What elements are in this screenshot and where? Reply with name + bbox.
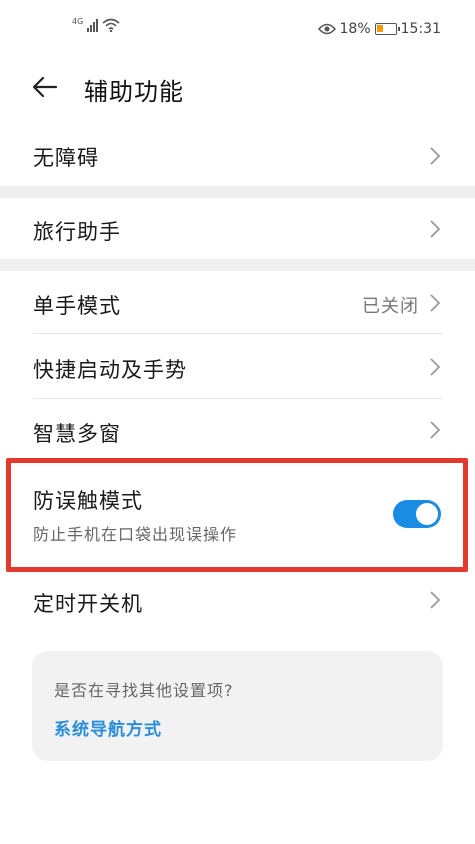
system-navigation-link[interactable]: 系统导航方式 (54, 715, 162, 740)
back-arrow-icon[interactable] (30, 72, 60, 102)
suggestion-title: 是否在寻找其他设置项? (54, 681, 234, 700)
status-bar: 4G 18% 15:31 (0, 0, 475, 60)
row-scheduled-power[interactable]: 定时开关机 (0, 572, 475, 632)
row-status-value: 已关闭 (362, 296, 419, 317)
section-gap (0, 186, 475, 198)
row-quick-launch[interactable]: 快捷启动及手势 (0, 334, 475, 398)
eye-comfort-icon (317, 23, 336, 35)
status-right: 18% 15:31 (317, 21, 441, 37)
header: 辅助功能 (0, 60, 475, 120)
chevron-right-icon (430, 220, 441, 238)
battery-percent: 18% (339, 21, 371, 37)
row-travel-assistant[interactable]: 旅行助手 (0, 198, 475, 260)
network-type: 4G (72, 17, 84, 26)
highlight-annotation (6, 458, 468, 572)
row-one-hand-mode[interactable]: 单手模式 已关闭 (0, 271, 475, 334)
suggestion-card: 是否在寻找其他设置项? 系统导航方式 (32, 651, 443, 761)
chevron-right-icon (430, 421, 441, 439)
row-smart-multi-window[interactable]: 智慧多窗 (0, 399, 475, 461)
row-label: 单手模式 (33, 294, 121, 318)
chevron-right-icon (430, 147, 441, 165)
page-title: 辅助功能 (84, 78, 184, 106)
row-accessibility[interactable]: 无障碍 (0, 120, 475, 190)
clock: 15:31 (400, 21, 441, 37)
status-left: 4G (72, 17, 120, 32)
chevron-right-icon (430, 294, 441, 312)
row-label: 智慧多窗 (33, 422, 121, 446)
signal-icon (87, 19, 99, 32)
row-label: 定时开关机 (33, 592, 143, 616)
section-gap (0, 259, 475, 271)
chevron-right-icon (430, 591, 441, 609)
chevron-right-icon (430, 358, 441, 376)
row-label: 无障碍 (33, 146, 99, 170)
battery-icon (374, 23, 400, 35)
row-label: 快捷启动及手势 (33, 358, 187, 382)
wifi-icon (102, 18, 120, 32)
row-label: 旅行助手 (33, 220, 121, 244)
